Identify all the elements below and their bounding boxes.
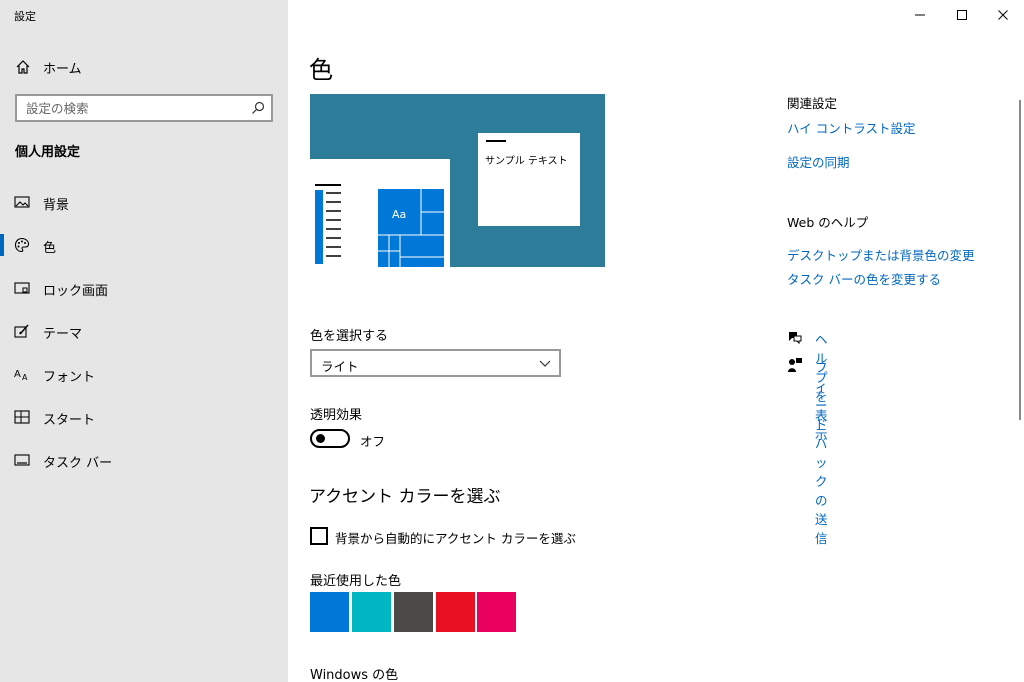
tiles-preview [378,189,444,267]
recent-colors-label: 最近使用した色 [310,574,402,589]
home-label: ホーム [43,62,82,77]
choose-color-value: ライト [321,359,359,374]
windows-colors-label: Windows の色 [310,668,399,682]
sample-text-window: サンプル テキスト [478,133,580,226]
picture-icon [14,194,30,210]
sidebar: 設定 ホーム 個人用設定 背景 色 ロック画面 テー [0,0,288,682]
accent-color-heading: アクセント カラーを選ぶ [309,487,501,507]
recent-color-swatch[interactable] [436,592,475,632]
auto-accent-label[interactable]: 背景から自動的にアクセント カラーを選ぶ [335,528,576,547]
transparency-state: オフ [360,434,386,449]
home-icon [15,59,31,75]
minimize-icon [915,14,925,16]
font-icon: AA [14,366,30,382]
sidebar-item-label: 色 [43,241,57,256]
change-taskbar-color-link[interactable]: タスク バーの色を変更する [787,269,941,288]
palette-icon [14,237,30,253]
sidebar-item-label: フォント [43,370,96,385]
high-contrast-link[interactable]: ハイ コントラスト設定 [787,118,915,137]
chevron-down-icon [539,360,551,367]
choose-color-label: 色を選択する [310,329,389,344]
home-nav-item[interactable]: ホーム [0,52,288,80]
recent-color-swatch[interactable] [310,592,349,632]
scrollbar[interactable] [1019,100,1021,420]
theme-icon [14,323,30,339]
sidebar-item-theme[interactable]: テーマ [0,313,288,349]
sidebar-item-fonts[interactable]: AA フォント [0,356,288,392]
change-desktop-color-link[interactable]: デスクトップまたは背景色の変更 [787,245,975,264]
app-title: 設定 [14,10,36,23]
feedback-label: フィードバックの送信 [815,360,828,546]
sync-settings-link[interactable]: 設定の同期 [787,152,850,171]
tile-aa-label: Aa [392,208,407,221]
sidebar-item-label: テーマ [43,327,83,342]
sidebar-item-colors[interactable]: 色 [0,227,288,263]
web-help-heading: Web のヘルプ [787,215,869,230]
sidebar-item-background[interactable]: 背景 [0,184,288,220]
sidebar-item-label: タスク バー [43,456,113,471]
help-chat-icon [787,329,803,345]
close-icon [998,10,1008,20]
close-button[interactable] [983,0,1023,30]
sidebar-item-label: ロック画面 [43,284,109,299]
related-settings-heading: 関連設定 [787,96,838,111]
toggle-knob [316,434,325,443]
page-title: 色 [309,56,333,84]
active-indicator [0,234,4,256]
recent-color-swatch[interactable] [477,592,516,632]
settings-search-box[interactable] [15,94,273,122]
transparency-toggle[interactable] [310,429,350,448]
section-title: 個人用設定 [15,145,81,160]
sidebar-item-start[interactable]: スタート [0,399,288,435]
sample-text: サンプル テキスト [485,156,568,167]
transparency-label: 透明効果 [310,408,363,423]
choose-color-dropdown[interactable]: ライト [310,349,561,377]
search-icon[interactable] [250,100,266,116]
sample-title-bar [486,140,506,142]
color-preview: Aa サンプル テキスト [310,94,605,267]
search-input[interactable] [26,99,246,117]
maximize-icon [957,10,967,20]
start-list-preview [315,184,341,264]
minimize-button[interactable] [900,0,940,30]
sidebar-item-lock-screen[interactable]: ロック画面 [0,270,288,306]
feedback-icon [787,357,803,373]
recent-color-swatch[interactable] [352,592,391,632]
maximize-button[interactable] [942,0,982,30]
sidebar-item-label: スタート [43,413,96,428]
start-icon [14,409,30,425]
taskbar-icon [14,452,30,468]
svg-text:A: A [14,369,21,380]
auto-accent-checkbox[interactable] [310,527,328,545]
recent-color-swatch[interactable] [394,592,433,632]
sidebar-item-taskbar[interactable]: タスク バー [0,442,288,478]
svg-text:A: A [22,373,28,382]
lock-screen-icon [14,280,30,296]
sidebar-item-label: 背景 [43,198,70,213]
